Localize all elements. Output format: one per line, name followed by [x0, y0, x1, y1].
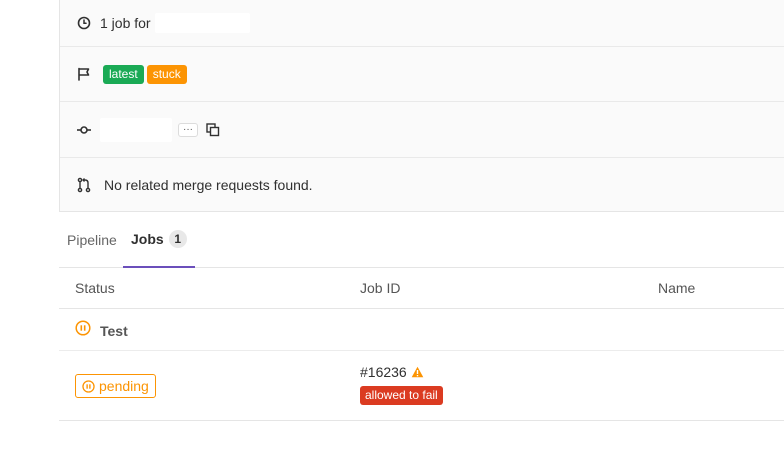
job-status-label: pending — [99, 378, 149, 394]
commit-icon — [76, 122, 92, 138]
stuck-badge: stuck — [146, 64, 187, 84]
jobs-count-badge: 1 — [168, 230, 187, 248]
flag-icon — [76, 66, 92, 82]
jobs-summary-text: 1 job for — [100, 15, 151, 31]
stage-name: Test — [100, 323, 128, 339]
clock-icon — [76, 15, 92, 31]
latest-badge: latest — [103, 64, 144, 84]
redacted-commit-sha — [100, 117, 172, 142]
job-id-cell: #16236 allowed to fail — [360, 364, 443, 405]
allowed-to-fail-badge: allowed to fail — [360, 386, 443, 405]
jobs-table: Status Job ID Name Test pending #16236 a… — [59, 268, 784, 421]
table-row: pending #16236 allowed to fail — [59, 351, 784, 421]
pipeline-info-panel: 1 job for latest stuck ··· No related me… — [59, 0, 784, 212]
no-merge-requests-text: No related merge requests found. — [104, 177, 313, 193]
commit-row: ··· — [60, 102, 784, 158]
tab-pipeline[interactable]: Pipeline — [67, 212, 117, 267]
jobs-summary-row: 1 job for — [60, 0, 784, 47]
tab-jobs-label: Jobs — [131, 231, 164, 247]
merge-requests-row: No related merge requests found. — [60, 158, 784, 212]
merge-request-icon — [76, 177, 92, 193]
tab-pipeline-label: Pipeline — [67, 231, 117, 248]
status-column-header: Status — [75, 280, 115, 296]
pause-icon — [75, 320, 91, 341]
job-id-link[interactable]: #16236 — [360, 364, 407, 380]
pipeline-tabs: Pipeline Jobs 1 — [59, 212, 784, 268]
warning-icon — [411, 366, 424, 378]
stage-row: Test — [59, 309, 784, 351]
redacted-ref — [154, 13, 250, 33]
copy-icon[interactable] — [206, 122, 220, 137]
job-id-column-header: Job ID — [360, 280, 401, 296]
name-column-header: Name — [658, 280, 696, 296]
pause-icon — [82, 379, 95, 393]
job-status-badge[interactable]: pending — [75, 374, 156, 398]
expand-commit-button[interactable]: ··· — [178, 122, 198, 137]
tab-jobs[interactable]: Jobs 1 — [123, 212, 195, 268]
badges-row: latest stuck — [60, 47, 784, 102]
table-header: Status Job ID Name — [59, 268, 784, 309]
